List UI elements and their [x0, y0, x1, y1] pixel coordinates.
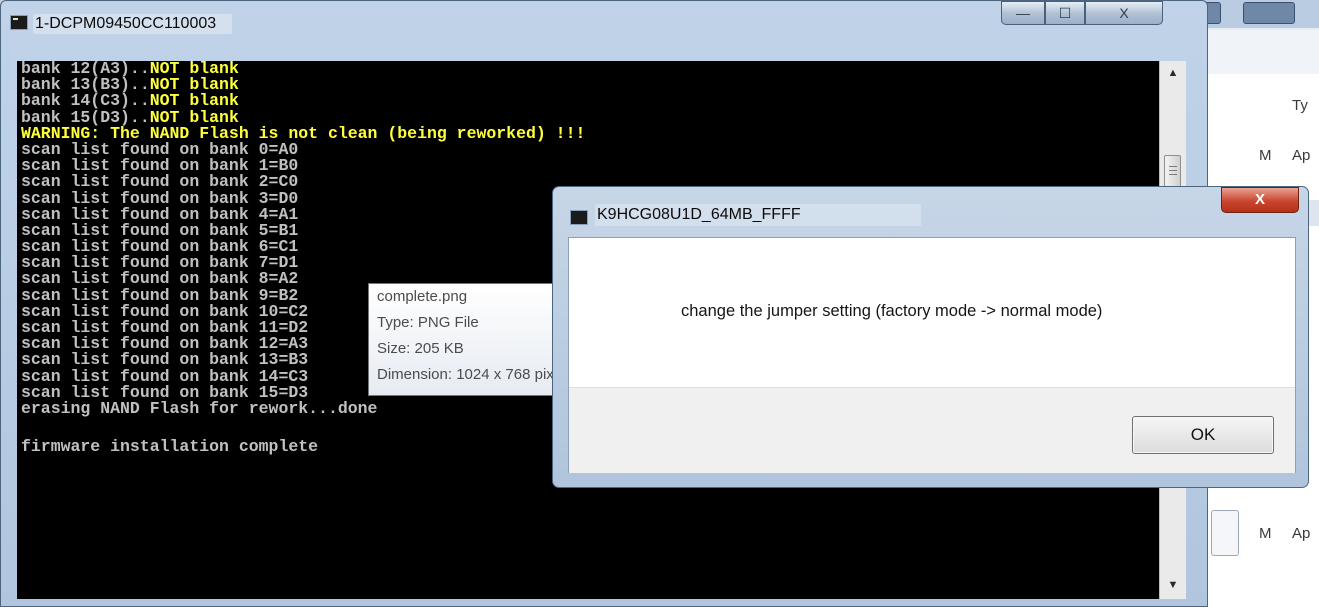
console-app-icon[interactable] — [10, 15, 28, 30]
console-titlebar[interactable]: 1-DCPM09450CC110003 — ☐ X — [1, 1, 1207, 45]
background-window-label: M — [1259, 147, 1272, 164]
maximize-button[interactable]: ☐ — [1045, 1, 1085, 25]
scrollbar-grip — [1169, 166, 1177, 167]
dialog-message: change the jumper setting (factory mode … — [681, 302, 1103, 320]
scrollbar-grip — [1169, 174, 1177, 175]
minimize-button[interactable]: — — [1001, 1, 1045, 25]
background-window-label: Ty — [1292, 97, 1308, 114]
scroll-up-arrow-icon[interactable]: ▲ — [1160, 61, 1186, 85]
tooltip-file-dimension: Dimension: 1024 x 768 pixels — [377, 366, 573, 383]
tooltip-file-size: Size: 205 KB — [377, 340, 464, 357]
dialog-title: K9HCG08U1D_64MB_FFFF — [595, 204, 921, 226]
dialog-close-button[interactable]: X — [1221, 187, 1299, 213]
scrollbar-thumb[interactable] — [1164, 155, 1181, 187]
background-window-field[interactable] — [1211, 510, 1239, 556]
scroll-down-arrow-icon[interactable]: ▼ — [1160, 573, 1186, 597]
console-line: firmware installation complete — [21, 437, 585, 457]
tooltip-file-type: Type: PNG File — [377, 314, 479, 331]
dialog-app-icon[interactable] — [570, 210, 588, 225]
console-line-text: erasing NAND Flash for rework...done — [21, 398, 378, 418]
background-window-label: M — [1259, 525, 1272, 542]
console-window-title: 1-DCPM09450CC110003 — [33, 14, 233, 34]
ok-button[interactable]: OK — [1132, 416, 1274, 454]
tooltip-file-name: complete.png — [377, 288, 468, 305]
background-window-label: Ap — [1292, 525, 1311, 542]
background-window-button[interactable] — [1243, 2, 1295, 24]
message-dialog: K9HCG08U1D_64MB_FFFF X change the jumper… — [552, 186, 1309, 488]
scrollbar-grip — [1169, 170, 1177, 171]
console-line-text: firmware installation complete — [21, 437, 319, 457]
dialog-footer: OK — [569, 387, 1295, 473]
console-line: erasing NAND Flash for rework...done — [21, 398, 585, 418]
dialog-content: change the jumper setting (factory mode … — [568, 237, 1296, 473]
close-button[interactable]: X — [1085, 1, 1163, 25]
background-window-label: Ap — [1292, 147, 1311, 164]
console-lines: bank 12(A3)..NOT blank bank 13(B3)..NOT b… — [21, 61, 585, 455]
